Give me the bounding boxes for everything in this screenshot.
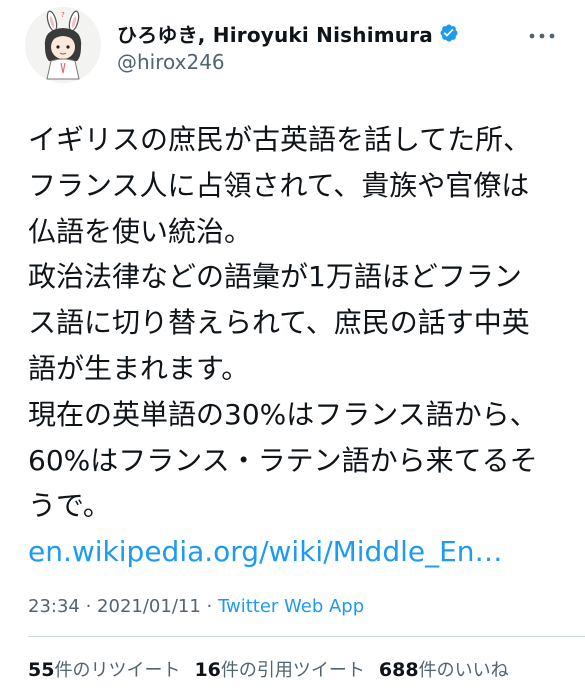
tweet-source-link[interactable]: Twitter Web App [218,596,364,617]
tweet-line: 60%はフランス・ラテン語から来てるそ [28,443,538,477]
retweets-stat[interactable]: 55 件のリツイート [28,656,180,682]
tweet-line: ス語に切り替えられて、庶民の話す中英 [28,306,530,340]
tweet-line: 語が生まれます。 [28,351,250,385]
tweet-line: フランス人に占領されて、貴族や官僚は [28,168,530,202]
tweet-stats: 55 件のリツイート 16 件の引用ツイート 688 件のいいね [28,656,523,682]
likes-count: 688 [378,659,419,681]
retweets-label: 件のリツイート [54,660,181,681]
tweet-line: うで。 [28,489,111,523]
divider [28,636,585,637]
more-options-icon[interactable] [528,27,556,39]
quotes-count: 16 [194,659,221,681]
verified-badge-icon [439,23,459,43]
tweet-line: 現在の英単語の30%はフランス語から、 [28,397,538,431]
tweet-time[interactable]: 23:34 [28,596,80,617]
tweet-line: イギリスの庶民が古英語を話してた所、 [28,123,532,156]
name-row: ひろゆき, Hiroyuki Nishimura [117,18,459,48]
retweets-count: 55 [28,659,55,681]
meta-separator: · [200,596,218,617]
quotes-label: 件の引用ツイート [220,660,365,681]
avatar[interactable]: ? [25,7,101,83]
tweet-date[interactable]: 2021/01/11 [97,596,201,617]
svg-text:?: ? [61,11,65,19]
likes-label: 件のいいね [418,660,509,681]
avatar-illustration: ? [25,7,101,83]
tweet-line: 仏語を使い統治。 [28,214,253,248]
likes-stat[interactable]: 688 件のいいね [379,656,509,682]
tweet-line: 政治法律などの語彙が1万語ほどフラン [28,260,522,294]
quotes-stat[interactable]: 16 件の引用ツイート [194,656,364,682]
meta-separator: · [79,596,98,617]
user-handle[interactable]: @hirox246 [117,50,459,74]
user-header: ひろゆき, Hiroyuki Nishimura @hirox246 [117,18,459,74]
tweet-metadata: 23:34 · 2021/01/11 · Twitter Web App [28,596,364,617]
tweet-link[interactable]: en.wikipedia.org/wiki/Middle_En… [28,529,568,575]
display-name[interactable]: ひろゆき, Hiroyuki Nishimura [117,19,433,48]
tweet-text: イギリスの庶民が古英語を話してた所、 フランス人に占領されて、貴族や官僚は 仏語… [28,117,568,575]
